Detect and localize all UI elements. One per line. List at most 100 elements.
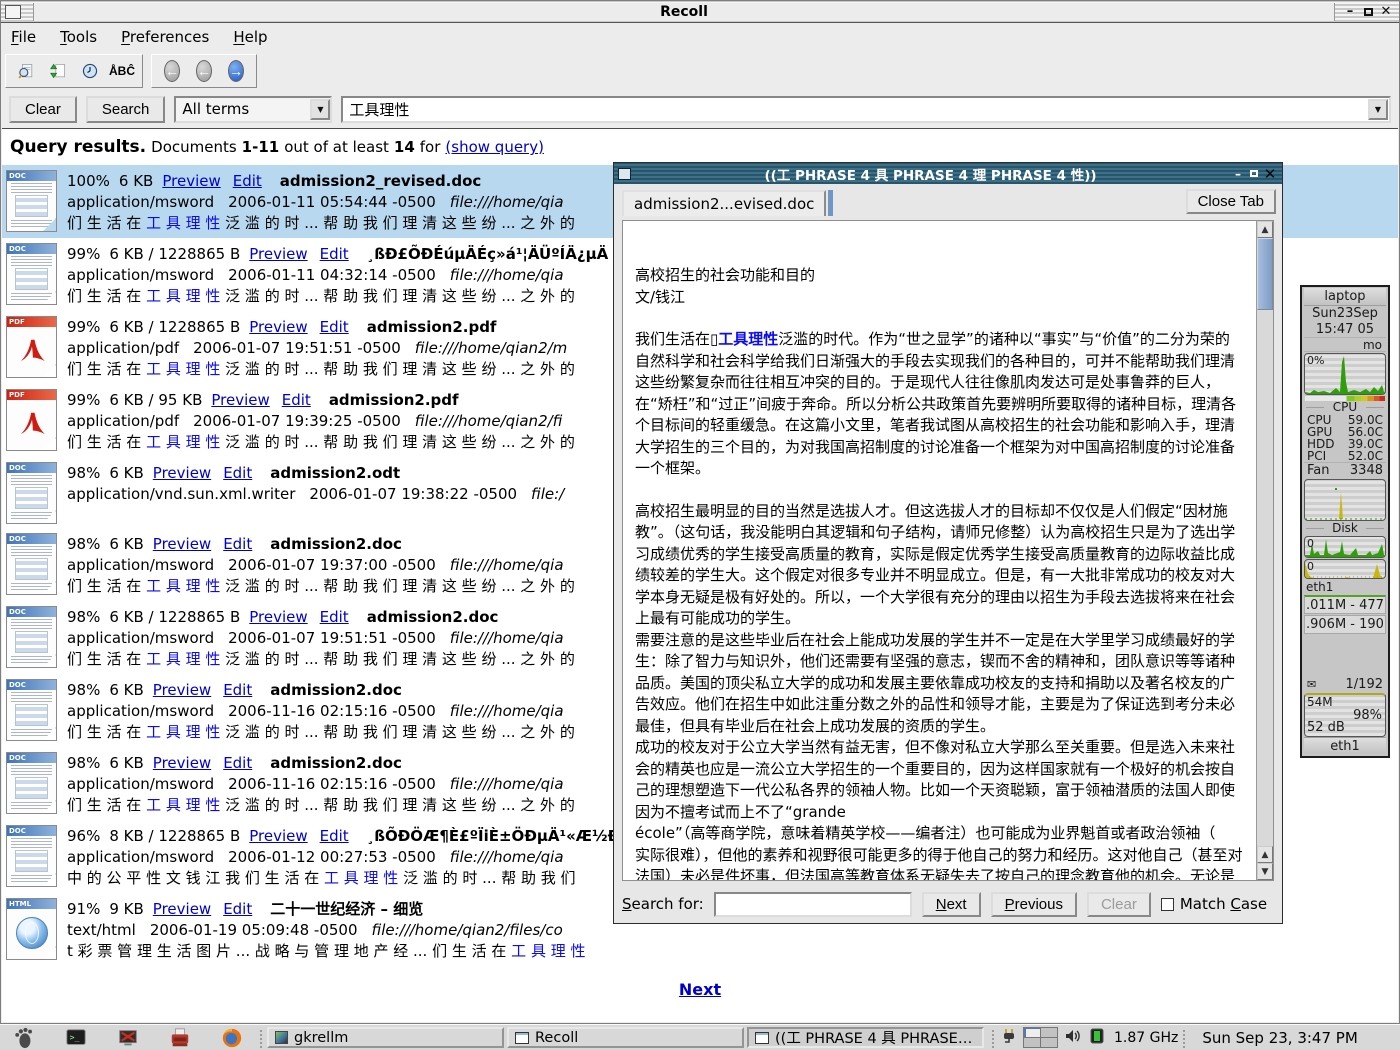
taskbar-handle[interactable]	[258, 1028, 264, 1048]
scroll-up-icon[interactable]: ▲	[1257, 221, 1273, 238]
match-case-option[interactable]: Match Case	[1161, 895, 1267, 913]
power-plug-icon[interactable]	[1001, 1027, 1017, 1049]
close-tab-button[interactable]: Close Tab	[1186, 189, 1276, 214]
firefox-icon[interactable]	[220, 1026, 243, 1049]
result-edit-link[interactable]: Edit	[223, 900, 252, 918]
menu-preferences[interactable]: Preferences	[121, 28, 209, 46]
taskbar-clock[interactable]: Sun Sep 23, 3:47 PM	[1190, 1029, 1367, 1047]
taskbar-task-button[interactable]: gkrellm	[267, 1027, 504, 1048]
result-edit-link[interactable]: Edit	[223, 681, 252, 699]
recoll-titlebar[interactable]: Recoll – ✕	[1, 1, 1399, 23]
query-history-icon[interactable]: ▼	[1368, 99, 1388, 120]
result-preview-link[interactable]: Preview	[249, 245, 307, 263]
result-url: file:///home/qia	[450, 775, 564, 793]
result-edit-link[interactable]: Edit	[282, 391, 311, 409]
menu-help[interactable]: Help	[233, 28, 267, 46]
preview-scrollbar[interactable]: ▲ ▲ ▼	[1256, 221, 1273, 880]
result-preview-link[interactable]: Preview	[153, 681, 211, 699]
preview-window-menu-icon[interactable]	[618, 168, 631, 180]
page-prev-icon[interactable]: ←	[190, 58, 218, 84]
result-relevance: 91%	[67, 900, 100, 918]
search-docs-icon[interactable]	[12, 58, 40, 84]
menu-file[interactable]: File	[11, 28, 36, 46]
taskbar-task-button[interactable]: ((工 PHRASE 4 具 PHRASE ...	[747, 1027, 984, 1048]
result-edit-link[interactable]: Edit	[223, 535, 252, 553]
gk-empty-area	[1304, 635, 1386, 677]
result-edit-link[interactable]: Edit	[320, 827, 349, 845]
result-relevance: 98%	[67, 608, 100, 626]
toolbar: ÅBĈ ← ← →	[1, 51, 1399, 91]
find-previous-button[interactable]: Previous	[991, 892, 1077, 917]
history-clock-icon[interactable]	[76, 58, 104, 84]
search-query-input[interactable]	[343, 98, 1367, 121]
result-preview-link[interactable]: Preview	[249, 608, 307, 626]
result-mime: application/vnd.sun.xml.writer	[67, 485, 295, 503]
preview-tab[interactable]: admission2...evised.doc	[622, 190, 826, 216]
result-edit-link[interactable]: Edit	[320, 318, 349, 336]
result-preview-link[interactable]: Preview	[249, 318, 307, 336]
preview-titlebar[interactable]: ((工 PHRASE 4 具 PHRASE 4 理 PHRASE 4 性)) –…	[614, 163, 1282, 184]
result-snippet: 中 的 公 平 性 文 钱 江 我 们 生 活 在 工 具 理 性 泛 滥 的 …	[67, 868, 633, 889]
scroll-down-icon[interactable]: ▼	[1257, 863, 1273, 880]
result-preview-link[interactable]: Preview	[153, 464, 211, 482]
preview-text[interactable]: 高校招生的社会功能和目的 文/钱江我们生活在▯工具理性泛滥的时代。作为“世之显学…	[623, 221, 1256, 880]
preview-minimize-icon[interactable]: –	[1230, 166, 1246, 181]
next-page-link[interactable]: Next	[2, 980, 1398, 999]
terminal-icon[interactable]: >_	[64, 1026, 87, 1049]
gk-disk-section-label: Disk	[1304, 522, 1386, 535]
taskbar-task-button[interactable]: Recoll	[507, 1027, 744, 1048]
scroll-up2-icon[interactable]: ▲	[1257, 846, 1273, 863]
lock-display-icon[interactable]	[116, 1026, 139, 1049]
result-preview-link[interactable]: Preview	[153, 754, 211, 772]
result-url: file:///home/qian2/files/co	[372, 921, 563, 939]
clear-button[interactable]: Clear	[9, 96, 77, 123]
page-next-icon[interactable]: →	[222, 58, 250, 84]
gnome-foot-icon[interactable]	[12, 1026, 35, 1049]
minimize-icon[interactable]: –	[1341, 4, 1359, 20]
sort-results-icon[interactable]	[44, 58, 72, 84]
snippet-text: 们 生 活 在	[67, 577, 146, 595]
result-edit-link[interactable]: Edit	[320, 608, 349, 626]
restore-icon[interactable]	[1359, 4, 1377, 20]
result-preview-link[interactable]: Preview	[162, 172, 220, 190]
search-button[interactable]: Search	[86, 96, 166, 123]
find-clear-button[interactable]: Clear	[1087, 892, 1151, 917]
clock-handle[interactable]	[1181, 1028, 1187, 1048]
menu-tools[interactable]: Tools	[60, 28, 97, 46]
system-tray: 1.87 GHz	[1001, 1027, 1178, 1049]
result-edit-link[interactable]: Edit	[223, 464, 252, 482]
close-icon[interactable]: ✕	[1377, 4, 1395, 20]
result-preview-link[interactable]: Preview	[249, 827, 307, 845]
search-mode-select[interactable]: All terms ▼	[174, 96, 332, 123]
result-edit-link[interactable]: Edit	[320, 245, 349, 263]
file-icon-badge: DOC	[7, 826, 56, 836]
term-explorer-icon[interactable]: ÅBĈ	[108, 58, 136, 84]
cpu-meter-icon[interactable]	[1088, 1027, 1106, 1049]
speaker-icon[interactable]	[1064, 1027, 1082, 1049]
window-menu-icon[interactable]	[5, 5, 21, 19]
find-next-button[interactable]: Next	[922, 892, 981, 917]
temp-label: PCI	[1307, 450, 1326, 462]
gkrellm-monitor[interactable]: laptop Sun23Sep 15:47 05 mo 0% CPU CPU59…	[1300, 285, 1390, 758]
snippet-text: 泛 滥 的 时 ... 帮 助 我 们 理 清 这 些 纷 ... 之 外 的	[220, 723, 574, 741]
result-edit-link[interactable]: Edit	[223, 754, 252, 772]
workspace-pager[interactable]	[1023, 1027, 1058, 1048]
show-query-link[interactable]: (show query)	[445, 138, 544, 156]
result-preview-link[interactable]: Preview	[153, 900, 211, 918]
match-case-checkbox[interactable]	[1161, 898, 1174, 911]
print-queue-icon[interactable]	[168, 1026, 191, 1049]
find-input[interactable]	[714, 892, 912, 917]
result-date: 2006-01-12 00:27:53 -0500	[228, 848, 436, 866]
snippet-text: 们 生 活 在	[67, 433, 146, 451]
chevron-down-icon[interactable]: ▼	[310, 99, 330, 120]
result-preview-link[interactable]: Preview	[211, 391, 269, 409]
tray-handle[interactable]	[990, 1028, 996, 1048]
page-first-icon[interactable]: ←	[158, 58, 186, 84]
scrollbar-thumb[interactable]	[1257, 238, 1273, 310]
result-mime: application/msword	[67, 266, 214, 284]
result-edit-link[interactable]: Edit	[233, 172, 262, 190]
result-preview-link[interactable]: Preview	[153, 535, 211, 553]
snippet-text: 高校招生最明显的目的当然是选拔人才。但这选拔人才的目标却不仅仅是人们假定“因材施…	[635, 502, 1235, 628]
preview-close-icon[interactable]: ✕	[1262, 166, 1278, 181]
preview-maximize-icon[interactable]	[1246, 166, 1262, 181]
